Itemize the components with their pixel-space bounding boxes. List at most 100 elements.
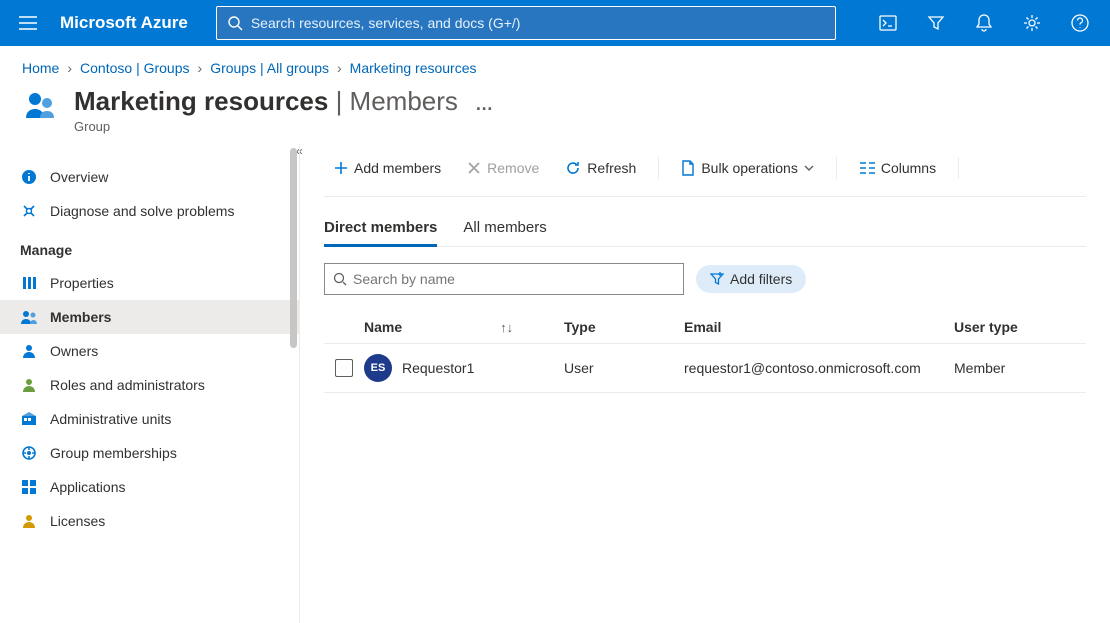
members-icon bbox=[20, 308, 38, 326]
table-row[interactable]: ES Requestor1 User requestor1@contoso.on… bbox=[324, 344, 1086, 393]
refresh-label: Refresh bbox=[587, 160, 636, 176]
page-header: Marketing resources | Members … Group bbox=[0, 82, 1110, 144]
bell-icon bbox=[976, 14, 992, 32]
tab-all-members[interactable]: All members bbox=[463, 213, 546, 246]
cloud-shell-button[interactable] bbox=[866, 1, 910, 45]
search-by-name-input[interactable] bbox=[353, 271, 675, 287]
properties-icon bbox=[20, 274, 38, 292]
breadcrumb-current[interactable]: Marketing resources bbox=[350, 60, 477, 76]
add-filters-button[interactable]: Add filters bbox=[696, 265, 806, 293]
toolbar-separator bbox=[958, 157, 959, 179]
breadcrumb-groups[interactable]: Groups | All groups bbox=[210, 60, 329, 76]
sidebar-item-properties[interactable]: Properties bbox=[0, 266, 299, 300]
sidebar-item-label: Licenses bbox=[50, 513, 105, 529]
global-search-input[interactable] bbox=[251, 15, 825, 31]
admin-units-icon bbox=[20, 410, 38, 428]
sidebar: Overview Diagnose and solve problems Man… bbox=[0, 144, 300, 623]
refresh-icon bbox=[565, 160, 581, 176]
breadcrumb-sep: › bbox=[337, 60, 342, 76]
plus-icon bbox=[334, 161, 348, 175]
avatar: ES bbox=[364, 354, 392, 382]
row-type: User bbox=[564, 360, 684, 376]
directory-filter-button[interactable] bbox=[914, 1, 958, 45]
sidebar-item-group-memberships[interactable]: Group memberships bbox=[0, 436, 299, 470]
info-icon bbox=[20, 168, 38, 186]
notifications-button[interactable] bbox=[962, 1, 1006, 45]
search-icon bbox=[333, 272, 347, 286]
refresh-button[interactable]: Refresh bbox=[555, 154, 646, 182]
search-icon bbox=[227, 15, 243, 31]
sidebar-item-label: Applications bbox=[50, 479, 126, 495]
help-icon bbox=[1071, 14, 1089, 32]
col-type-header[interactable]: Type bbox=[564, 319, 684, 335]
columns-icon bbox=[859, 161, 875, 175]
help-button[interactable] bbox=[1058, 1, 1102, 45]
document-icon bbox=[681, 160, 695, 176]
sidebar-item-label: Group memberships bbox=[50, 445, 177, 461]
search-by-name[interactable] bbox=[324, 263, 684, 295]
col-name-header[interactable]: Name ↑↓ bbox=[364, 319, 564, 335]
add-members-label: Add members bbox=[354, 160, 441, 176]
row-usertype: Member bbox=[954, 360, 1086, 376]
topbar: Microsoft Azure bbox=[0, 0, 1110, 46]
sidebar-item-owners[interactable]: Owners bbox=[0, 334, 299, 368]
applications-icon bbox=[20, 478, 38, 496]
sidebar-item-licenses[interactable]: Licenses bbox=[0, 504, 299, 538]
page-subtype: Group bbox=[74, 119, 493, 134]
sidebar-item-applications[interactable]: Applications bbox=[0, 470, 299, 504]
sidebar-item-label: Overview bbox=[50, 169, 108, 185]
breadcrumb: Home › Contoso | Groups › Groups | All g… bbox=[0, 46, 1110, 82]
chevron-down-icon bbox=[804, 165, 814, 171]
sidebar-item-overview[interactable]: Overview bbox=[0, 160, 299, 194]
page-title-main: Marketing resources bbox=[74, 86, 328, 116]
diagnose-icon bbox=[20, 202, 38, 220]
filter-row: Add filters bbox=[324, 263, 1086, 295]
sidebar-item-label: Diagnose and solve problems bbox=[50, 203, 234, 219]
tab-direct-members[interactable]: Direct members bbox=[324, 213, 437, 246]
add-filters-label: Add filters bbox=[730, 271, 792, 287]
col-email-header[interactable]: Email bbox=[684, 319, 954, 335]
sidebar-item-label: Properties bbox=[50, 275, 114, 291]
remove-button: Remove bbox=[457, 154, 549, 182]
filter-icon bbox=[710, 272, 724, 286]
row-name: Requestor1 bbox=[402, 360, 474, 376]
page-title-more-button[interactable]: … bbox=[475, 94, 493, 114]
breadcrumb-contoso[interactable]: Contoso | Groups bbox=[80, 60, 189, 76]
remove-icon bbox=[467, 161, 481, 175]
row-checkbox[interactable] bbox=[335, 359, 353, 377]
group-icon bbox=[22, 90, 60, 120]
cloud-shell-icon bbox=[879, 15, 897, 31]
sidebar-heading-manage: Manage bbox=[0, 228, 299, 266]
add-members-button[interactable]: Add members bbox=[324, 154, 451, 182]
table-header: Name ↑↓ Type Email User type bbox=[324, 311, 1086, 344]
settings-button[interactable] bbox=[1010, 1, 1054, 45]
global-search[interactable] bbox=[216, 6, 836, 40]
sidebar-item-label: Members bbox=[50, 309, 111, 325]
sidebar-item-admin-units[interactable]: Administrative units bbox=[0, 402, 299, 436]
breadcrumb-sep: › bbox=[67, 60, 72, 76]
sidebar-item-label: Roles and administrators bbox=[50, 377, 205, 393]
sidebar-item-diagnose[interactable]: Diagnose and solve problems bbox=[0, 194, 299, 228]
col-usertype-header[interactable]: User type bbox=[954, 319, 1086, 335]
hamburger-menu-button[interactable] bbox=[8, 3, 48, 43]
sort-icon: ↑↓ bbox=[500, 320, 513, 335]
remove-label: Remove bbox=[487, 160, 539, 176]
main-content: Add members Remove Refresh Bulk operatio… bbox=[300, 144, 1110, 623]
breadcrumb-home[interactable]: Home bbox=[22, 60, 59, 76]
sidebar-scrollbar[interactable] bbox=[290, 148, 297, 348]
breadcrumb-sep: › bbox=[198, 60, 203, 76]
filter-icon bbox=[927, 14, 945, 32]
page-title-sub: Members bbox=[350, 86, 458, 116]
brand-label: Microsoft Azure bbox=[60, 13, 188, 33]
row-email: requestor1@contoso.onmicrosoft.com bbox=[684, 360, 954, 376]
columns-label: Columns bbox=[881, 160, 936, 176]
sidebar-item-label: Administrative units bbox=[50, 411, 171, 427]
sidebar-item-roles[interactable]: Roles and administrators bbox=[0, 368, 299, 402]
member-tabs: Direct members All members bbox=[324, 213, 1086, 247]
toolbar-separator bbox=[658, 157, 659, 179]
bulk-operations-button[interactable]: Bulk operations bbox=[671, 154, 824, 182]
columns-button[interactable]: Columns bbox=[849, 154, 946, 182]
owners-icon bbox=[20, 342, 38, 360]
sidebar-item-members[interactable]: Members bbox=[0, 300, 299, 334]
gear-icon bbox=[1023, 14, 1041, 32]
